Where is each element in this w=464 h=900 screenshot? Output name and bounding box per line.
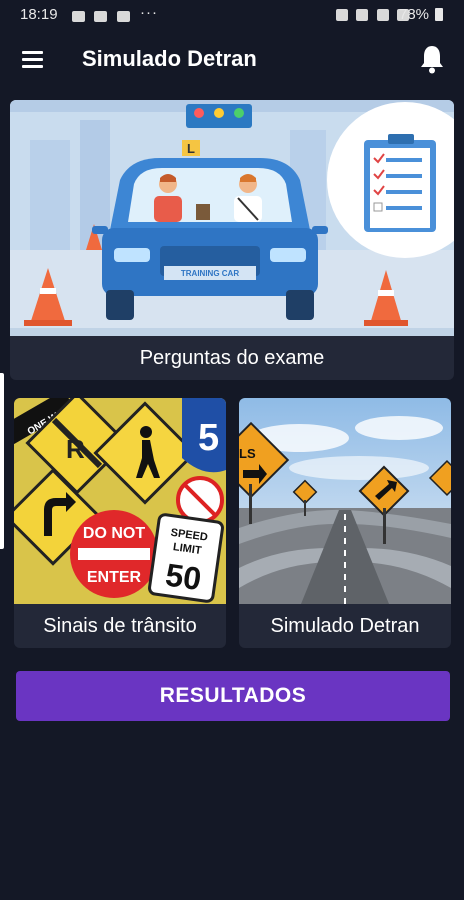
enter-sign-label: ENTER — [87, 569, 142, 586]
page-title: Simulado Detran — [82, 46, 257, 71]
speed-value-label: 50 — [163, 557, 203, 598]
gallery-icon — [72, 11, 85, 22]
route-sign-label: 5 — [198, 417, 219, 459]
more-notifications-icon: ··· — [140, 4, 158, 21]
wifi-icon — [376, 9, 389, 21]
status-bar: 18:19 ··· 78% — [0, 0, 464, 30]
app-bar: Simulado Detran — [0, 30, 464, 90]
traffic-signs-label: Sinais de trânsito — [43, 615, 197, 637]
exam-questions-card[interactable]: L TRAINING CAR Perguntas do exame — [10, 100, 454, 380]
exam-questions-label: Perguntas do exame — [139, 347, 325, 369]
route-sign-ls-label: LS — [239, 446, 256, 461]
location-icon — [356, 9, 369, 21]
menu-icon[interactable] — [22, 51, 43, 68]
alarm-icon — [336, 9, 348, 21]
do-not-sign-label: DO NOT — [83, 525, 145, 542]
railroad-sign-label: R — [66, 434, 85, 464]
car-notification-icon — [116, 11, 130, 22]
status-notification-icons — [72, 9, 135, 27]
car-plate-label: TRAINING CAR — [181, 269, 239, 278]
simulado-card[interactable]: LS Simulado Detran — [239, 398, 451, 648]
roads-image: LS — [239, 398, 451, 604]
traffic-signs-image: ONE WAY R 5 DO NOT ENTER SPEED LIMIT 50 — [14, 398, 226, 604]
edge-panel-handle[interactable] — [0, 373, 4, 549]
image-icon — [94, 11, 108, 22]
traffic-signs-card[interactable]: ONE WAY R 5 DO NOT ENTER SPEED LIMIT 50 … — [14, 398, 226, 648]
bell-icon[interactable] — [419, 44, 445, 74]
learner-sign-label: L — [187, 141, 195, 156]
battery-icon — [435, 8, 443, 21]
status-time: 18:19 — [20, 6, 58, 23]
driving-lesson-illustration: L TRAINING CAR — [10, 100, 454, 336]
simulado-label: Simulado Detran — [270, 615, 420, 637]
battery-percent: 78% — [399, 6, 430, 23]
results-button[interactable]: RESULTADOS — [16, 671, 450, 721]
